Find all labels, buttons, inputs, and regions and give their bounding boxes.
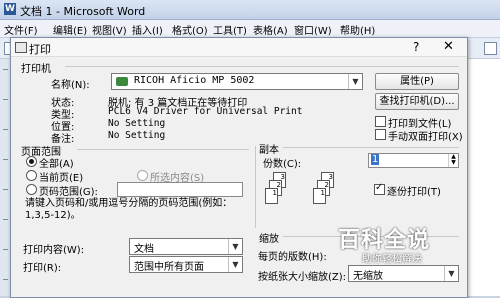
dialog-title: 打印 — [29, 43, 51, 56]
menu-file[interactable]: 文件(F) — [4, 22, 38, 37]
menu-edit[interactable]: 编辑(E) — [53, 22, 87, 37]
copies-spinner[interactable]: ▲ ▼ — [448, 154, 458, 167]
print-select[interactable]: 范围中所有页面 ▼ — [129, 256, 243, 273]
print-value: 范围中所有页面 — [134, 262, 204, 273]
menu-help[interactable]: 帮助(H) — [340, 22, 375, 37]
menu-view[interactable]: 视图(V) — [92, 22, 127, 37]
chevron-down-icon[interactable]: ▼ — [444, 266, 458, 281]
properties-button[interactable]: 属性(P) — [375, 73, 459, 90]
scale-value: 无缩放 — [353, 271, 383, 282]
all-pages-radio[interactable] — [26, 156, 37, 167]
copies-input[interactable]: 1 ▲ ▼ — [368, 153, 459, 168]
find-printer-button[interactable]: 查找打印机(D)... — [375, 93, 459, 110]
menu-insert[interactable]: 插入(I) — [132, 22, 163, 37]
copies-label: 份数(C): — [263, 159, 302, 170]
word-titlebar: W 文档 1 - Microsoft Word — [0, 0, 500, 20]
scale-select[interactable]: 无缩放 ▼ — [348, 265, 459, 282]
printer-status-icon — [116, 77, 128, 86]
ruler-tick — [3, 69, 8, 70]
print-what-label: 打印内容(W): — [23, 245, 85, 256]
ruler-tick — [3, 189, 8, 190]
ruler-tick — [3, 219, 8, 220]
section-divider — [255, 146, 256, 228]
printer-icon — [15, 42, 27, 53]
all-pages-label: 全部(A) — [39, 159, 74, 170]
pages-per-sheet-label: 每页的版数(H): — [258, 252, 327, 263]
chevron-down-icon[interactable]: ▼ — [228, 239, 242, 254]
printer-name-value: RICOH Aficio MP 5002 — [134, 75, 255, 86]
printer-section-divider — [65, 66, 459, 67]
copies-section-label: 副本 — [259, 145, 279, 156]
printer-section-label: 打印机 — [21, 64, 51, 75]
menu-format[interactable]: 格式(O) — [172, 22, 208, 37]
watermark-subtitle: 助你轻松解决 — [362, 254, 422, 265]
page-range-hint: 请键入页码和/或用逗号分隔的页码范围(例如：1,3,5-12)。 — [25, 198, 233, 221]
chevron-down-icon[interactable]: ▼ — [228, 257, 242, 272]
ruler-tick — [3, 159, 8, 160]
copies-input-value: 1 — [371, 154, 380, 165]
collate-sheet: 1 — [265, 188, 278, 204]
close-icon[interactable]: ✕ — [443, 39, 454, 54]
menu-tools[interactable]: 工具(T) — [213, 22, 247, 37]
print-what-value: 文档 — [134, 244, 154, 255]
manual-duplex-checkbox[interactable] — [375, 129, 386, 140]
current-page-radio[interactable] — [26, 170, 37, 181]
page-numbers-label: 页码范围(G): — [39, 187, 98, 198]
printer-name-label: 名称(N): — [51, 80, 90, 91]
zoom-section-label: 缩放 — [259, 234, 279, 245]
window-title: 文档 1 - Microsoft Word — [20, 5, 146, 18]
ruler-tick — [3, 249, 8, 250]
help-icon[interactable]: ? — [413, 40, 419, 54]
page-range-divider — [77, 149, 249, 150]
location-value: No Setting — [108, 118, 166, 129]
menu-table[interactable]: 表格(A) — [253, 22, 288, 37]
collate-label: 逐份打印(T) — [387, 187, 441, 198]
print-to-file-checkbox[interactable] — [375, 116, 386, 127]
menu-window[interactable]: 窗口(W) — [294, 22, 332, 37]
ruler-tick — [3, 99, 8, 100]
copies-divider — [283, 147, 459, 148]
word-menubar: 文件(F) 编辑(E) 视图(V) 插入(I) 格式(O) 工具(T) 表格(A… — [0, 20, 500, 38]
dialog-titlebar: 打印 ? ✕ — [11, 38, 467, 57]
selection-radio[interactable] — [137, 170, 148, 181]
ruler-tick — [3, 129, 8, 130]
print-label: 打印(R): — [23, 263, 62, 274]
ruler-tick — [3, 279, 8, 280]
printer-name-select[interactable]: RICOH Aficio MP 5002 ▼ — [111, 73, 363, 90]
page-numbers-radio[interactable] — [26, 184, 37, 195]
print-what-select[interactable]: 文档 ▼ — [129, 238, 243, 255]
collate-checkbox[interactable] — [374, 182, 385, 195]
chevron-down-icon[interactable]: ▼ — [348, 74, 362, 89]
current-page-label: 当前页(E) — [39, 173, 84, 184]
page-numbers-input[interactable] — [117, 182, 243, 197]
type-value: PCL6 V4 Driver for Universal Print — [108, 106, 303, 117]
word-app-icon: W — [4, 3, 16, 15]
toolbar-options-icon[interactable] — [484, 42, 497, 55]
scale-label: 按纸张大小缩放(Z): — [258, 272, 347, 283]
comment-value: No Setting — [108, 130, 166, 141]
manual-duplex-label: 手动双面打印(X) — [388, 132, 463, 143]
collate-sheet: 1 — [313, 188, 326, 204]
